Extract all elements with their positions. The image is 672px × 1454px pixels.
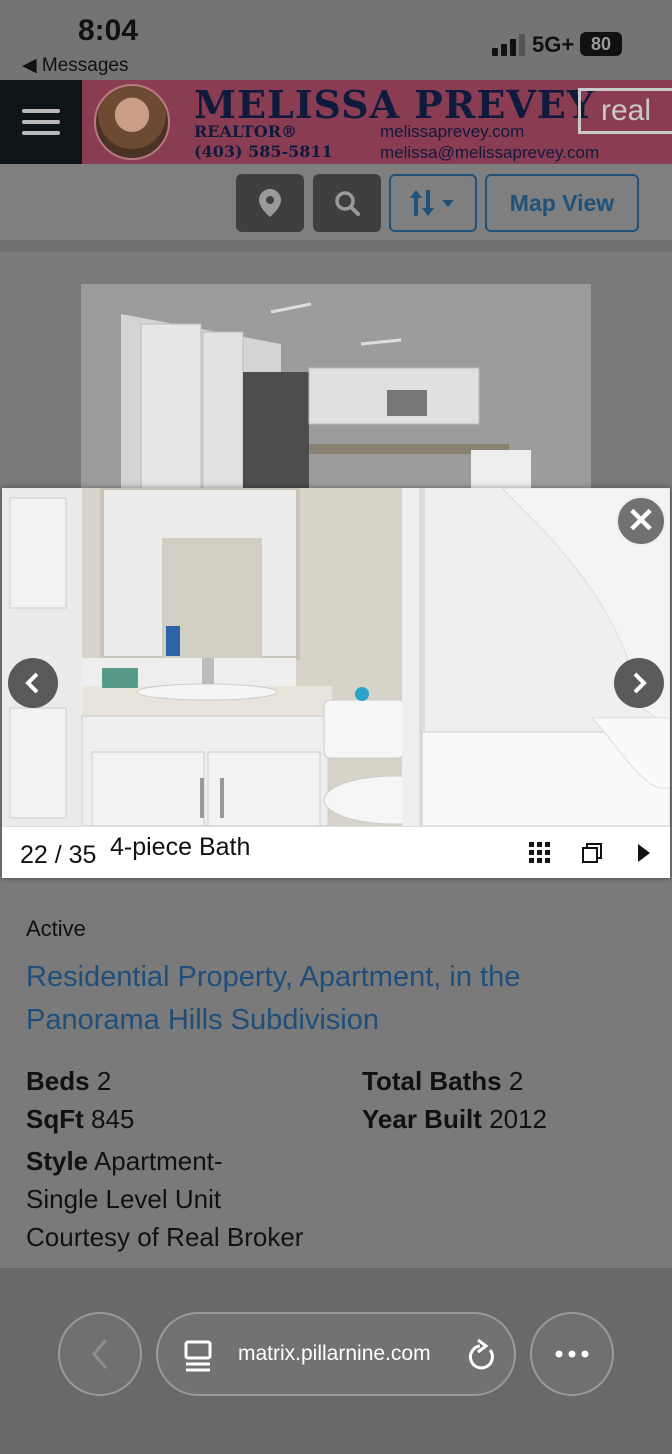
agent-avatar bbox=[94, 84, 170, 160]
previous-photo-button[interactable] bbox=[8, 658, 58, 708]
network-type: 5G+ bbox=[532, 32, 575, 57]
fullscreen-button[interactable] bbox=[578, 839, 606, 867]
search-icon bbox=[335, 191, 360, 216]
agent-phone: (403) 585-5811 bbox=[194, 142, 333, 161]
status-bar: 8:04 ◀ Messages 5G+ 80 bbox=[0, 0, 672, 80]
back-to-messages-link[interactable]: ◀ Messages bbox=[22, 54, 129, 77]
year-built-spec: Year Built 2012 bbox=[362, 1104, 548, 1134]
sort-dropdown-button[interactable] bbox=[389, 174, 477, 232]
reload-icon[interactable] bbox=[466, 1338, 496, 1372]
chevron-left-icon bbox=[92, 1339, 108, 1369]
window-icon bbox=[582, 843, 602, 863]
agent-website: melissaprevey.com bbox=[380, 122, 525, 141]
bathroom-photo bbox=[2, 488, 670, 826]
gallery-photo[interactable]: ✕ bbox=[2, 488, 670, 826]
battery-icon: 80 bbox=[580, 32, 622, 56]
hamburger-menu-button[interactable] bbox=[0, 80, 82, 164]
address-bar[interactable]: matrix.pillarnine.com bbox=[156, 1312, 516, 1396]
photo-gallery-modal: ✕ 22 / 35 4-piece Bath bbox=[2, 488, 670, 878]
browser-more-button[interactable] bbox=[530, 1312, 614, 1396]
url-text: matrix.pillarnine.com bbox=[238, 1342, 431, 1365]
search-button[interactable] bbox=[313, 174, 381, 232]
grid-icon bbox=[529, 842, 550, 863]
photo-counter: 22 / 35 bbox=[20, 841, 97, 869]
listing-photo[interactable] bbox=[81, 284, 591, 494]
close-gallery-button[interactable]: ✕ bbox=[616, 496, 666, 546]
location-button[interactable] bbox=[236, 174, 304, 232]
browser-back-button[interactable] bbox=[58, 1312, 142, 1396]
style-spec: Style Apartment-Single Level Unit bbox=[26, 1146, 223, 1214]
photo-caption: 4-piece Bath bbox=[110, 833, 251, 861]
agent-banner[interactable]: MELISSA PREVEY REALTOR® (403) 585-5811 m… bbox=[82, 80, 672, 164]
menu-icon bbox=[22, 109, 60, 113]
page-menu-icon bbox=[184, 1340, 212, 1372]
listing-status: Active bbox=[26, 916, 86, 941]
play-slideshow-button[interactable] bbox=[630, 839, 658, 867]
beds-spec: Beds 2 bbox=[26, 1066, 112, 1096]
status-time: 8:04 bbox=[78, 14, 139, 47]
listing-courtesy: Courtesy of Real Broker bbox=[26, 1222, 304, 1252]
sort-icon bbox=[410, 190, 454, 216]
agent-name: MELISSA PREVEY bbox=[194, 82, 595, 127]
map-pin-icon bbox=[259, 189, 281, 217]
brand-logo: real bbox=[578, 88, 672, 134]
signal-icon bbox=[492, 34, 526, 56]
total-baths-spec: Total Baths 2 bbox=[362, 1066, 524, 1096]
play-icon bbox=[638, 844, 650, 862]
grid-view-button[interactable] bbox=[526, 839, 554, 867]
agent-title: REALTOR® bbox=[194, 122, 297, 141]
site-header: MELISSA PREVEY REALTOR® (403) 585-5811 m… bbox=[0, 80, 672, 164]
listing-title-link[interactable]: Residential Property, Apartment, in the … bbox=[26, 956, 626, 1042]
listing-details: Active Residential Property, Apartment, … bbox=[26, 916, 656, 1252]
next-photo-button[interactable] bbox=[614, 658, 664, 708]
chevron-left-icon bbox=[25, 672, 39, 694]
chevron-right-icon bbox=[633, 672, 647, 694]
gallery-caption-bar: 22 / 35 4-piece Bath bbox=[2, 826, 670, 878]
agent-email: melissa@melissaprevey.com bbox=[380, 143, 600, 162]
map-view-button[interactable]: Map View bbox=[485, 174, 639, 232]
sqft-spec: SqFt 845 bbox=[26, 1104, 135, 1134]
kitchen-photo bbox=[81, 284, 591, 494]
more-icon bbox=[555, 1350, 589, 1358]
listing-toolbar: Map View bbox=[0, 164, 672, 240]
